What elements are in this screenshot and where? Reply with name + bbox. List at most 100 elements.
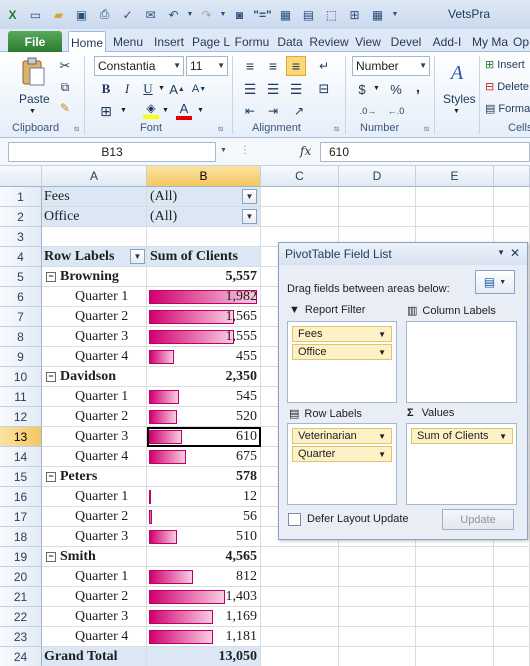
chevron-down-icon[interactable]: ▼	[378, 432, 386, 441]
insert-cells-button[interactable]: ⊞ Insert	[485, 58, 525, 72]
layout-options-button[interactable]: ▤ ▼	[475, 270, 515, 294]
sum-of-clients-header[interactable]: Sum of Clients	[147, 247, 261, 267]
collapse-icon[interactable]: −	[46, 551, 56, 562]
tab-home[interactable]: Home	[68, 31, 106, 53]
cell[interactable]	[494, 587, 530, 607]
styles-icon[interactable]: A	[442, 58, 472, 88]
align-middle-icon[interactable]: ≡	[263, 56, 283, 76]
cell[interactable]	[416, 647, 494, 666]
cell[interactable]	[339, 187, 416, 207]
cell[interactable]	[494, 607, 530, 627]
cell[interactable]	[416, 207, 494, 227]
quarter-label-cell[interactable]: Quarter 4	[42, 447, 147, 467]
merge-center-icon[interactable]: ⊟	[312, 79, 336, 99]
cell[interactable]	[261, 567, 339, 587]
align-left-icon[interactable]: ☰	[240, 79, 260, 99]
collapse-icon[interactable]: −	[46, 371, 56, 382]
group-label-cell[interactable]: − Davidson	[42, 367, 147, 387]
group-total-cell[interactable]: 4,565	[147, 547, 261, 567]
borders-icon[interactable]: ⊞	[344, 4, 365, 25]
quarter-label-cell[interactable]: Quarter 3	[42, 327, 147, 347]
value-cell[interactable]: 520	[147, 407, 261, 427]
defer-layout-checkbox[interactable]	[288, 513, 301, 526]
value-cell[interactable]: 812	[147, 567, 261, 587]
row-header[interactable]: 2	[0, 207, 42, 227]
select-objects-icon[interactable]: ⬚	[321, 4, 342, 25]
row-header[interactable]: 10	[0, 367, 42, 387]
copy-icon[interactable]: ⧉	[56, 79, 74, 95]
cell[interactable]	[42, 227, 147, 247]
quarter-label-cell[interactable]: Quarter 1	[42, 487, 147, 507]
italic-button[interactable]: I	[118, 80, 136, 98]
cell[interactable]	[261, 607, 339, 627]
quarter-label-cell[interactable]: Quarter 4	[42, 627, 147, 647]
tab-my-macros[interactable]: My Ma	[469, 32, 511, 52]
group-label-cell[interactable]: − Smith	[42, 547, 147, 567]
value-cell[interactable]: 1,181	[147, 627, 261, 647]
row-header[interactable]: 5	[0, 267, 42, 287]
cell[interactable]	[494, 647, 530, 666]
grand-total-value[interactable]: 13,050	[147, 647, 261, 666]
currency-icon[interactable]: $	[352, 80, 372, 98]
row-header[interactable]: 18	[0, 527, 42, 547]
values-area[interactable]: Sum of Clients ▼	[406, 423, 517, 505]
redo-dropdown-icon[interactable]: ▼	[219, 4, 227, 25]
clipboard-launcher-icon[interactable]: ⧅	[74, 124, 79, 134]
cell[interactable]	[494, 207, 530, 227]
chevron-down-icon[interactable]: ▼	[499, 432, 507, 441]
grid-icon[interactable]: ▦	[367, 4, 388, 25]
redo-icon[interactable]: ↷	[196, 4, 217, 25]
column-labels-area[interactable]	[406, 321, 517, 403]
formula-input[interactable]: 610	[320, 142, 530, 162]
cell[interactable]	[494, 567, 530, 587]
quarter-label-cell[interactable]: Quarter 2	[42, 507, 147, 527]
font-color-dropdown-icon[interactable]: ▼	[197, 107, 204, 114]
alignment-launcher-icon[interactable]: ⧅	[334, 124, 339, 134]
filter-field-office[interactable]: Office ▼	[292, 344, 392, 360]
cell[interactable]	[494, 547, 530, 567]
column-header-c[interactable]: C	[261, 166, 339, 187]
filter-value-cell[interactable]: (All) ▼	[147, 187, 261, 207]
borders-icon[interactable]: ⊞	[97, 102, 115, 120]
shrink-font-icon[interactable]: A ▼	[190, 80, 208, 98]
row-labels-filter-icon[interactable]: ▼	[130, 249, 145, 264]
tab-file[interactable]: File	[8, 31, 62, 52]
cell[interactable]	[261, 647, 339, 666]
row-labels-header[interactable]: Row Labels ▼	[42, 247, 147, 267]
row-header[interactable]: 14	[0, 447, 42, 467]
increase-decimal-icon[interactable]: .0→	[356, 102, 380, 120]
row-field-quarter[interactable]: Quarter ▼	[292, 446, 392, 462]
value-cell[interactable]: 1,982	[147, 287, 261, 307]
value-cell[interactable]: 1,169	[147, 607, 261, 627]
report-filter-area[interactable]: Fees ▼ Office ▼	[287, 321, 397, 403]
group-label-cell[interactable]: − Browning	[42, 267, 147, 287]
quarter-label-cell[interactable]: Quarter 1	[42, 387, 147, 407]
camera-icon[interactable]: ◙	[229, 4, 250, 25]
tab-menu[interactable]: Menu	[108, 32, 148, 52]
wrap-text-icon[interactable]: ↵	[312, 56, 336, 76]
form-icon[interactable]: ▤	[298, 4, 319, 25]
format-cells-button[interactable]: ▤ Format	[485, 102, 530, 116]
row-header[interactable]: 17	[0, 507, 42, 527]
name-box[interactable]: B13	[8, 142, 216, 162]
email-icon[interactable]: ✉	[140, 4, 161, 25]
increase-indent-icon[interactable]: ⇥	[263, 101, 283, 121]
select-all-corner[interactable]	[0, 166, 42, 187]
orientation-icon[interactable]: ↗	[289, 101, 309, 121]
value-cell[interactable]: 1,555	[147, 327, 261, 347]
quarter-label-cell[interactable]: Quarter 3	[42, 607, 147, 627]
excel-logo-icon[interactable]: X	[2, 4, 23, 25]
cut-icon[interactable]: ✂	[56, 58, 74, 74]
collapse-icon[interactable]: −	[46, 471, 56, 482]
cell[interactable]	[339, 647, 416, 666]
tab-options[interactable]: Op	[513, 32, 530, 52]
tab-insert[interactable]: Insert	[149, 32, 189, 52]
row-header[interactable]: 20	[0, 567, 42, 587]
collapse-icon[interactable]: −	[46, 271, 56, 282]
chevron-down-icon[interactable]: ▼	[378, 348, 386, 357]
group-label-cell[interactable]: − Peters	[42, 467, 147, 487]
value-cell[interactable]: 545	[147, 387, 261, 407]
paste-icon[interactable]	[18, 56, 48, 88]
group-total-cell[interactable]: 578	[147, 467, 261, 487]
cell[interactable]	[339, 587, 416, 607]
